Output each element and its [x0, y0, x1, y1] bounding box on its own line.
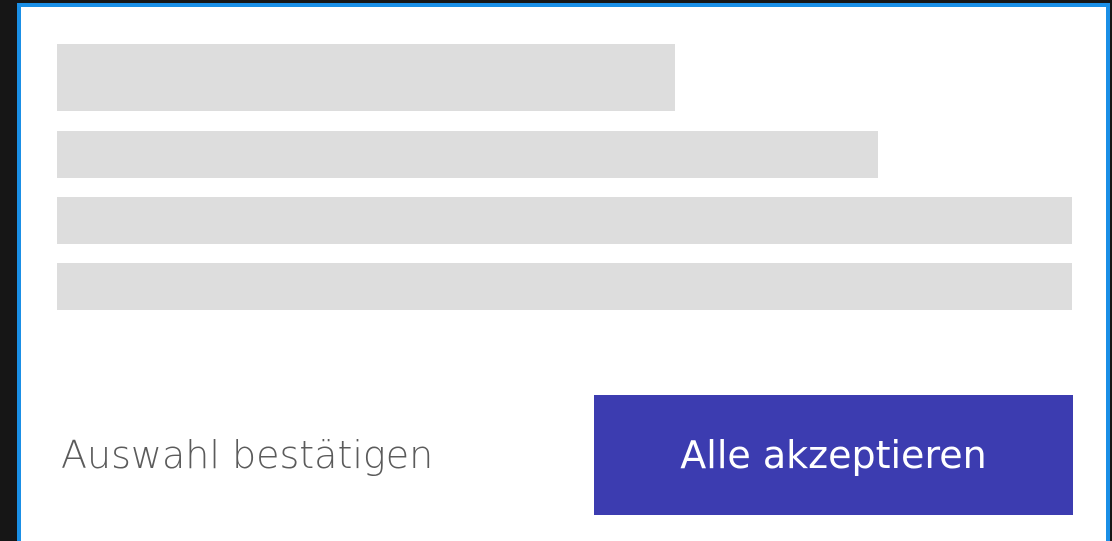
skeleton-text-line-1 [57, 131, 878, 178]
accept-all-button[interactable]: Alle akzeptieren [594, 395, 1073, 515]
skeleton-title-placeholder [57, 44, 675, 111]
consent-dialog: Auswahl bestätigen Alle akzeptieren [17, 3, 1110, 541]
confirm-selection-button[interactable]: Auswahl bestätigen [61, 425, 433, 485]
skeleton-text-line-2 [57, 197, 1072, 244]
skeleton-text-line-3 [57, 263, 1072, 310]
